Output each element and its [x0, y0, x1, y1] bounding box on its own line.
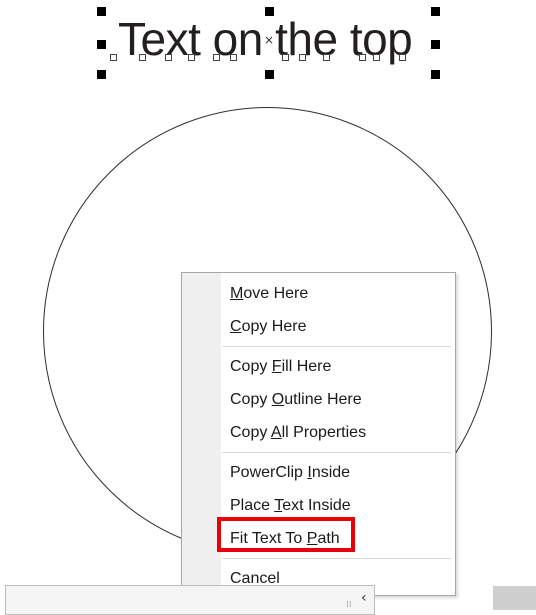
- center-marker-icon: ×: [264, 33, 275, 47]
- selection-handle-bottom-center[interactable]: [265, 70, 274, 79]
- character-node[interactable]: [139, 54, 146, 61]
- menu-item-label: ext Inside: [282, 497, 351, 514]
- bottom-panel: ⁞⁞: [5, 585, 375, 615]
- character-node[interactable]: [399, 54, 406, 61]
- panel-button[interactable]: [493, 586, 536, 610]
- menu-item-access-key: F: [271, 358, 282, 375]
- menu-icon-gutter: [182, 273, 221, 595]
- menu-item-label: Place: [230, 497, 275, 514]
- menu-item-label: utline Here: [284, 391, 362, 408]
- chevron-left-icon[interactable]: ‹: [361, 590, 367, 606]
- menu-item-label: PowerClip: [230, 464, 308, 481]
- menu-separator: [222, 346, 451, 347]
- menu-item-copy-all-properties[interactable]: Copy All Properties: [230, 421, 366, 445]
- menu-item-place-text-inside[interactable]: Place Text Inside: [230, 494, 351, 518]
- menu-item-copy-outline-here[interactable]: Copy Outline Here: [230, 388, 362, 412]
- menu-item-copy-here[interactable]: Copy Here: [230, 315, 306, 339]
- menu-item-label: ove Here: [243, 285, 309, 302]
- menu-item-label: ll Properties: [281, 424, 367, 441]
- character-node[interactable]: [188, 54, 195, 61]
- menu-item-label: opy Here: [241, 318, 307, 335]
- character-node[interactable]: [110, 54, 117, 61]
- character-node[interactable]: [323, 54, 330, 61]
- menu-item-access-key: C: [230, 318, 242, 335]
- character-node[interactable]: [165, 54, 172, 61]
- selection-handle-bottom-right[interactable]: [431, 70, 440, 79]
- character-node[interactable]: [373, 54, 380, 61]
- character-node[interactable]: [359, 54, 366, 61]
- menu-separator: [222, 558, 451, 559]
- resize-grip-icon[interactable]: ⁞⁞: [346, 600, 352, 610]
- menu-item-access-key: M: [230, 285, 244, 302]
- selection-handle-bottom-left[interactable]: [97, 70, 106, 79]
- menu-item-access-key: O: [271, 391, 285, 408]
- annotation-highlight-box: [217, 517, 355, 552]
- menu-item-powerclip-inside[interactable]: PowerClip Inside: [230, 461, 350, 485]
- selection-handle-top-left[interactable]: [97, 7, 106, 16]
- selection-handle-top-center[interactable]: [265, 7, 274, 16]
- menu-item-label: Copy: [230, 358, 272, 375]
- character-node[interactable]: [282, 54, 289, 61]
- selection-handle-middle-right[interactable]: [431, 40, 440, 49]
- menu-item-move-here[interactable]: Move Here: [230, 282, 308, 306]
- menu-item-access-key: A: [270, 424, 282, 441]
- menu-item-label: Copy: [230, 391, 272, 408]
- menu-separator: [222, 452, 451, 453]
- selection-handle-top-right[interactable]: [431, 7, 440, 16]
- selection-handle-middle-left[interactable]: [97, 40, 106, 49]
- menu-item-label: nside: [311, 464, 351, 481]
- menu-item-label: ill Here: [281, 358, 332, 375]
- character-node[interactable]: [230, 54, 237, 61]
- menu-item-access-key: T: [274, 497, 283, 514]
- menu-item-label: Copy: [230, 424, 271, 441]
- character-node[interactable]: [299, 54, 306, 61]
- menu-item-copy-fill-here[interactable]: Copy Fill Here: [230, 355, 331, 379]
- character-node[interactable]: [213, 54, 220, 61]
